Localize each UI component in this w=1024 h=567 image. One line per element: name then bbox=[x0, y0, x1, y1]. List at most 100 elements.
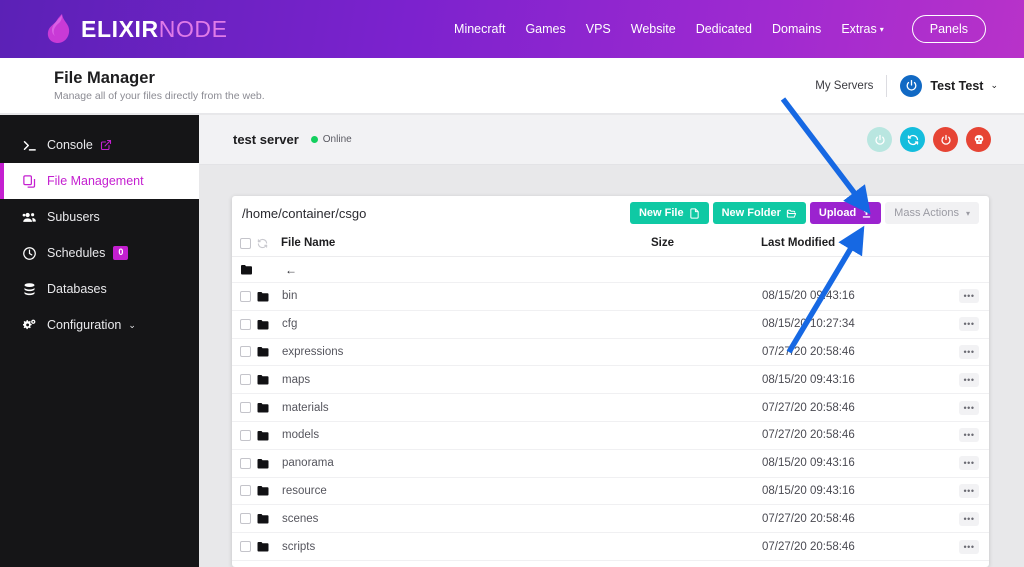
nav-link-domains[interactable]: Domains bbox=[772, 22, 821, 36]
row-context-menu-button[interactable]: ••• bbox=[959, 511, 979, 526]
folder-open-icon bbox=[786, 209, 797, 218]
column-header-last-modified[interactable]: Last Modified bbox=[761, 237, 911, 249]
table-row[interactable]: expressions 07/27/20 20:58:46 ••• bbox=[232, 339, 989, 367]
table-row[interactable]: resource 08/15/20 09:43:16 ••• bbox=[232, 478, 989, 506]
toolbar-buttons: New File New Folder Upload Mass Actions … bbox=[629, 202, 979, 224]
page-header-text: File Manager Manage all of your files di… bbox=[54, 69, 265, 103]
file-name-cell[interactable]: scripts bbox=[282, 541, 652, 553]
row-checkbox[interactable] bbox=[240, 513, 251, 525]
file-modified-cell: 08/15/20 10:27:34 bbox=[762, 318, 855, 331]
breadcrumb[interactable]: /home/container/csgo bbox=[242, 206, 366, 221]
row-checkbox[interactable] bbox=[240, 318, 251, 330]
kill-server-button[interactable] bbox=[966, 127, 991, 152]
file-name-cell[interactable]: bin bbox=[282, 290, 652, 302]
sidebar-item-databases[interactable]: Databases bbox=[0, 271, 199, 307]
row-menu-wrap: ••• bbox=[959, 483, 979, 498]
row-checkbox[interactable] bbox=[240, 457, 251, 469]
nav-link-extras-label: Extras bbox=[841, 22, 877, 36]
table-row[interactable]: models 07/27/20 20:58:46 ••• bbox=[232, 422, 989, 450]
avatar bbox=[900, 74, 923, 97]
parent-directory-row[interactable]: ← bbox=[232, 257, 989, 283]
folder-icon bbox=[257, 485, 270, 496]
restart-server-button[interactable] bbox=[900, 127, 925, 152]
new-folder-label: New Folder bbox=[721, 207, 781, 219]
brand-logo[interactable]: ELIXIRNODE bbox=[46, 14, 228, 44]
file-name-cell[interactable]: maps bbox=[282, 374, 652, 386]
file-manager-toolbar: /home/container/csgo New File New Folder… bbox=[232, 196, 989, 230]
table-row[interactable]: bin 08/15/20 09:43:16 ••• bbox=[232, 283, 989, 311]
folder-icon bbox=[257, 319, 270, 330]
file-name-cell[interactable]: materials bbox=[282, 402, 652, 414]
sidebar: Console File Management Subusers Schedul… bbox=[0, 115, 199, 567]
sidebar-item-schedules[interactable]: Schedules 0 bbox=[0, 235, 199, 271]
table-row[interactable]: scripts 07/27/20 20:58:46 ••• bbox=[232, 533, 989, 561]
column-header-size[interactable]: Size bbox=[651, 237, 761, 249]
row-context-menu-button[interactable]: ••• bbox=[959, 456, 979, 471]
file-name-cell[interactable]: models bbox=[282, 429, 652, 441]
schedules-count-badge: 0 bbox=[113, 246, 129, 260]
sidebar-item-file-management[interactable]: File Management bbox=[0, 163, 199, 199]
row-context-menu-button[interactable]: ••• bbox=[959, 400, 979, 415]
folder-icon bbox=[240, 264, 253, 275]
new-folder-button[interactable]: New Folder bbox=[712, 202, 806, 224]
sidebar-item-subusers[interactable]: Subusers bbox=[0, 199, 199, 235]
table-row[interactable]: maps 08/15/20 09:43:16 ••• bbox=[232, 366, 989, 395]
nav-link-games[interactable]: Games bbox=[525, 22, 565, 36]
table-row[interactable]: materials 07/27/20 20:58:46 ••• bbox=[232, 394, 989, 422]
sidebar-item-console[interactable]: Console bbox=[0, 127, 199, 163]
row-checkbox[interactable] bbox=[240, 485, 251, 497]
sidebar-item-configuration[interactable]: Configuration ⌄ bbox=[0, 307, 199, 343]
nav-link-website[interactable]: Website bbox=[631, 22, 676, 36]
refresh-icon[interactable] bbox=[257, 238, 268, 249]
start-server-button[interactable] bbox=[867, 127, 892, 152]
row-checkbox[interactable] bbox=[240, 402, 251, 414]
upload-button[interactable]: Upload bbox=[809, 202, 882, 224]
skull-icon bbox=[974, 134, 983, 144]
table-row[interactable]: scenes 07/27/20 20:58:46 ••• bbox=[232, 505, 989, 534]
table-row[interactable]: panorama 08/15/20 09:43:16 ••• bbox=[232, 450, 989, 478]
brand-primary: ELIXIR bbox=[81, 15, 159, 42]
mass-actions-dropdown[interactable]: Mass Actions ▾ bbox=[885, 202, 979, 224]
row-checkbox[interactable] bbox=[240, 290, 251, 302]
file-table-header: File Name Size Last Modified bbox=[232, 230, 989, 257]
row-context-menu-button[interactable]: ••• bbox=[959, 539, 979, 554]
stop-server-button[interactable] bbox=[933, 127, 958, 152]
new-file-button[interactable]: New File bbox=[629, 202, 709, 224]
chevron-down-icon[interactable]: ⌄ bbox=[990, 80, 998, 91]
table-row[interactable]: cfg 08/15/20 10:27:34 ••• bbox=[232, 311, 989, 339]
nav-link-vps[interactable]: VPS bbox=[586, 22, 611, 36]
nav-link-dedicated[interactable]: Dedicated bbox=[696, 22, 752, 36]
file-name-cell[interactable]: scenes bbox=[282, 513, 652, 525]
my-servers-link[interactable]: My Servers bbox=[815, 80, 873, 92]
row-context-menu-button[interactable]: ••• bbox=[959, 483, 979, 498]
file-name-cell[interactable]: expressions bbox=[282, 346, 652, 358]
row-context-menu-button[interactable]: ••• bbox=[959, 344, 979, 359]
row-context-menu-button[interactable]: ••• bbox=[959, 372, 979, 387]
upload-label: Upload bbox=[818, 207, 857, 219]
file-name-cell[interactable]: cfg bbox=[282, 318, 652, 330]
row-menu-wrap: ••• bbox=[959, 539, 979, 554]
row-checkbox[interactable] bbox=[240, 541, 251, 553]
sidebar-item-label: File Management bbox=[47, 174, 144, 188]
status-dot-icon bbox=[310, 136, 318, 143]
row-checkbox[interactable] bbox=[240, 429, 251, 441]
row-context-menu-button[interactable]: ••• bbox=[959, 317, 979, 332]
nav-link-extras[interactable]: Extras ▾ bbox=[841, 22, 883, 36]
row-context-menu-button[interactable]: ••• bbox=[959, 428, 979, 443]
file-name-cell[interactable]: resource bbox=[282, 485, 652, 497]
folder-icon bbox=[257, 346, 270, 357]
select-all-checkbox[interactable] bbox=[240, 237, 251, 249]
power-icon bbox=[874, 134, 885, 145]
file-name-cell[interactable]: panorama bbox=[282, 457, 652, 469]
nav-link-minecraft[interactable]: Minecraft bbox=[454, 22, 505, 36]
column-header-file-name[interactable]: File Name bbox=[281, 237, 651, 249]
row-checkbox[interactable] bbox=[240, 346, 251, 358]
mass-actions-label: Mass Actions bbox=[894, 207, 959, 219]
panels-button[interactable]: Panels bbox=[911, 15, 986, 43]
row-context-menu-button[interactable]: ••• bbox=[959, 289, 979, 304]
user-name[interactable]: Test Test bbox=[930, 79, 983, 93]
database-icon bbox=[22, 282, 44, 297]
row-checkbox[interactable] bbox=[240, 374, 251, 386]
refresh-icon bbox=[907, 134, 918, 145]
folder-icon bbox=[257, 513, 270, 524]
